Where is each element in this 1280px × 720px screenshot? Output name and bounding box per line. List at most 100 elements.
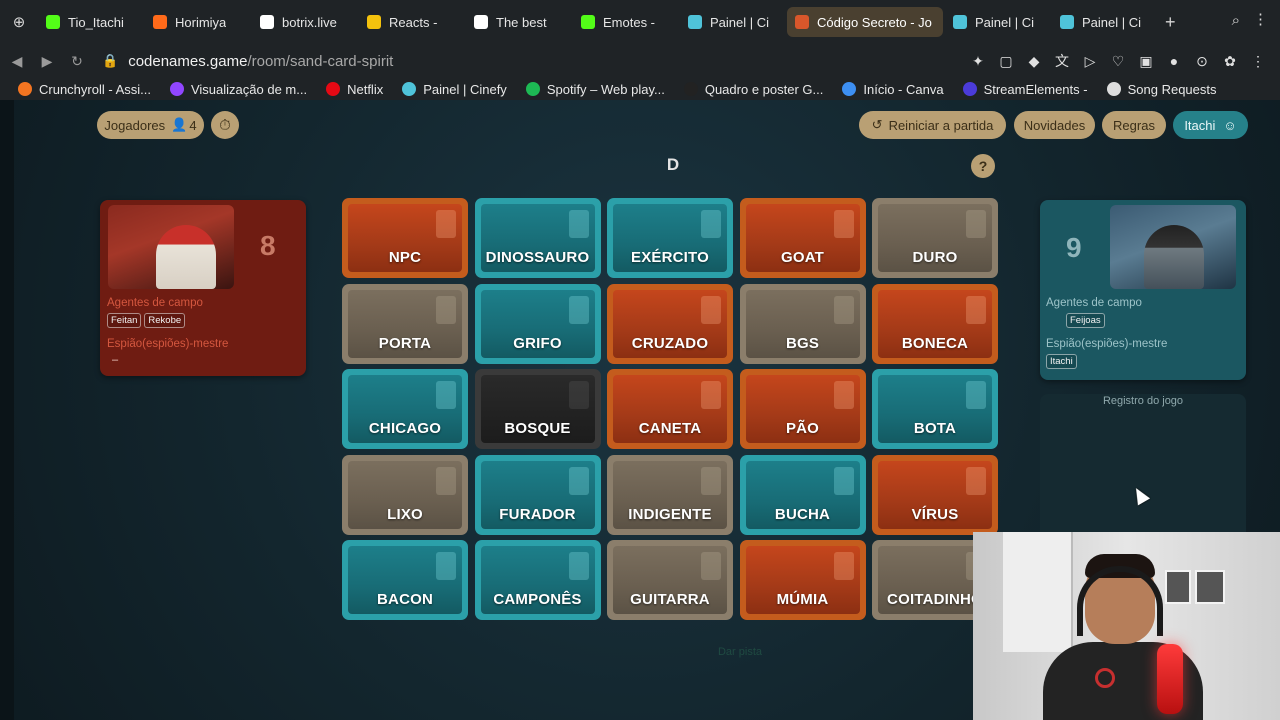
players-button[interactable]: Jogadores 👤 4 (97, 111, 204, 139)
word-card[interactable]: VÍRUS (872, 454, 998, 535)
translate-icon[interactable]: 文 (1048, 51, 1076, 71)
browser-tab[interactable]: Reacts - (359, 7, 464, 37)
word-card[interactable]: MÚMIA (739, 540, 866, 620)
word-card[interactable]: PORTA (342, 283, 468, 364)
browser-tab[interactable]: Tio_Itachi (38, 7, 143, 37)
bookmark-item[interactable]: Quadro e poster G... (683, 82, 823, 97)
bookmark-item[interactable]: StreamElements - (962, 81, 1088, 97)
card-word: MÚMIA (776, 591, 829, 608)
browser-tab[interactable]: Painel | Ci (680, 7, 785, 37)
card-corner-icon (833, 295, 854, 324)
word-card[interactable]: GRIFO (474, 283, 601, 364)
restart-label: Reiniciar a partida (888, 117, 994, 133)
word-card[interactable]: LIXO (342, 454, 468, 535)
player-chip: Itachi (1046, 354, 1077, 369)
browser-tab[interactable]: Código Secreto - Jo (787, 7, 943, 37)
tab-search-icon[interactable]: ⌕ (1232, 12, 1240, 29)
screenshot-icon[interactable]: ▢ (992, 53, 1020, 70)
news-label: Novidades (1023, 117, 1086, 133)
give-clue-hint: Dar pista (717, 646, 763, 658)
bookmark-label: Painel | Cinefy (423, 81, 507, 97)
card-word: BGS (785, 334, 820, 352)
puzzle-icon[interactable]: ✿ (1216, 53, 1244, 70)
card-corner-icon (966, 466, 986, 495)
word-card[interactable]: BOSQUE (474, 369, 601, 449)
news-button[interactable]: Novidades (1014, 111, 1095, 139)
menu-icon[interactable]: ⋮ (1244, 53, 1272, 70)
heart-icon[interactable]: ♡ (1104, 53, 1132, 70)
timer-icon[interactable]: ⏱ (211, 111, 239, 139)
word-card[interactable]: CAMPONÊS (474, 540, 601, 620)
word-card[interactable]: CHICAGO (342, 369, 468, 449)
bookmark-label: Visualização de m... (190, 81, 308, 97)
card-word: DURO (912, 249, 958, 266)
word-card[interactable]: GOAT (739, 198, 866, 278)
lock-icon: 🔒 (102, 53, 119, 68)
forward-icon[interactable]: ▶ (34, 53, 60, 70)
pin-icon[interactable]: ✦ (964, 53, 992, 70)
rules-button[interactable]: Regras (1102, 111, 1166, 139)
players-label: Jogadores (104, 117, 166, 133)
card-corner-icon (966, 381, 986, 409)
bookmark-item[interactable]: Netflix (326, 82, 383, 97)
new-tab-icon[interactable]: + (1165, 12, 1176, 33)
card-word: CRUZADO (631, 334, 709, 352)
browser-tab[interactable]: Painel | Ci (945, 7, 1050, 37)
word-card[interactable]: INDIGENTE (607, 454, 733, 535)
bookmark-label: Início - Canva (863, 81, 944, 97)
word-card[interactable]: BGS (739, 283, 866, 364)
red-team-avatar (108, 205, 234, 289)
word-card[interactable]: CANETA (607, 369, 733, 449)
shield-icon[interactable]: ◆ (1020, 53, 1048, 70)
tab-favicon-icon (153, 15, 167, 29)
tab-title: Código Secreto - Jo (817, 14, 932, 30)
bookmark-item[interactable]: Painel | Cinefy (402, 82, 507, 97)
chat-icon[interactable]: ● (1160, 53, 1188, 69)
word-card[interactable]: NPC (342, 198, 468, 278)
word-card[interactable]: BACON (342, 540, 468, 620)
user-button[interactable]: Itachi ☺ (1173, 111, 1248, 139)
restart-button[interactable]: ↺ Reiniciar a partida (859, 111, 1006, 139)
card-corner-icon (568, 210, 589, 238)
bookmark-item[interactable]: Visualização de m... (169, 81, 308, 97)
word-card[interactable]: DINOSSAURO (474, 198, 601, 278)
clue-text: D (666, 155, 680, 174)
browser-menu-icon[interactable]: ⊕ (0, 0, 38, 44)
extension-icon[interactable]: ▣ (1132, 53, 1160, 70)
extensions-area: ✦ ▢ ◆ 文 ▷ ♡ ▣ ● ⊙ ✿ ⋮ (964, 44, 1272, 78)
tab-favicon-icon (1060, 15, 1074, 29)
word-card[interactable]: BOTA (872, 369, 998, 449)
bookmark-label: Spotify – Web play... (546, 81, 665, 97)
word-card[interactable]: PÃO (739, 369, 866, 449)
bookmark-item[interactable]: Início - Canva (842, 81, 944, 97)
help-button[interactable]: ? (971, 154, 995, 178)
browser-tab[interactable]: The best (466, 7, 571, 37)
browser-tab[interactable]: Painel | Ci (1052, 7, 1157, 37)
word-card[interactable]: EXÉRCITO (607, 198, 733, 278)
bookmark-item[interactable]: Crunchyroll - Assi... (18, 82, 151, 97)
word-card[interactable]: FURADOR (474, 454, 601, 535)
word-card[interactable]: BONECA (872, 283, 998, 364)
bookmark-item[interactable]: Spotify – Web play... (525, 81, 665, 97)
tab-favicon-icon (367, 15, 381, 29)
back-icon[interactable]: ◀ (4, 53, 30, 70)
word-card[interactable]: GUITARRA (607, 540, 733, 620)
browser-tab[interactable]: botrix.live (252, 7, 357, 37)
reload-icon[interactable]: ↻ (64, 53, 90, 70)
download-icon[interactable]: ⊙ (1188, 53, 1216, 70)
tab-more-icon[interactable]: ⋮ (1253, 10, 1268, 28)
microphone (1157, 644, 1183, 714)
url-field[interactable]: 🔒 codenames.game /room/sand-card-spirit (102, 53, 393, 70)
tab-favicon-icon (46, 15, 60, 29)
bookmark-label: StreamElements - (983, 81, 1088, 97)
word-card[interactable]: CRUZADO (607, 283, 733, 364)
word-card[interactable]: BUCHA (739, 454, 866, 535)
play-icon[interactable]: ▷ (1076, 53, 1104, 70)
word-card[interactable]: DURO (872, 198, 998, 278)
card-word: GOAT (780, 249, 825, 266)
browser-tab[interactable]: Emotes - (573, 7, 678, 37)
red-team-score: 8 (260, 230, 276, 261)
bookmark-item[interactable]: Song Requests (1106, 82, 1217, 97)
browser-tab[interactable]: Horimiya (145, 7, 250, 37)
tab-favicon-icon (795, 15, 809, 29)
